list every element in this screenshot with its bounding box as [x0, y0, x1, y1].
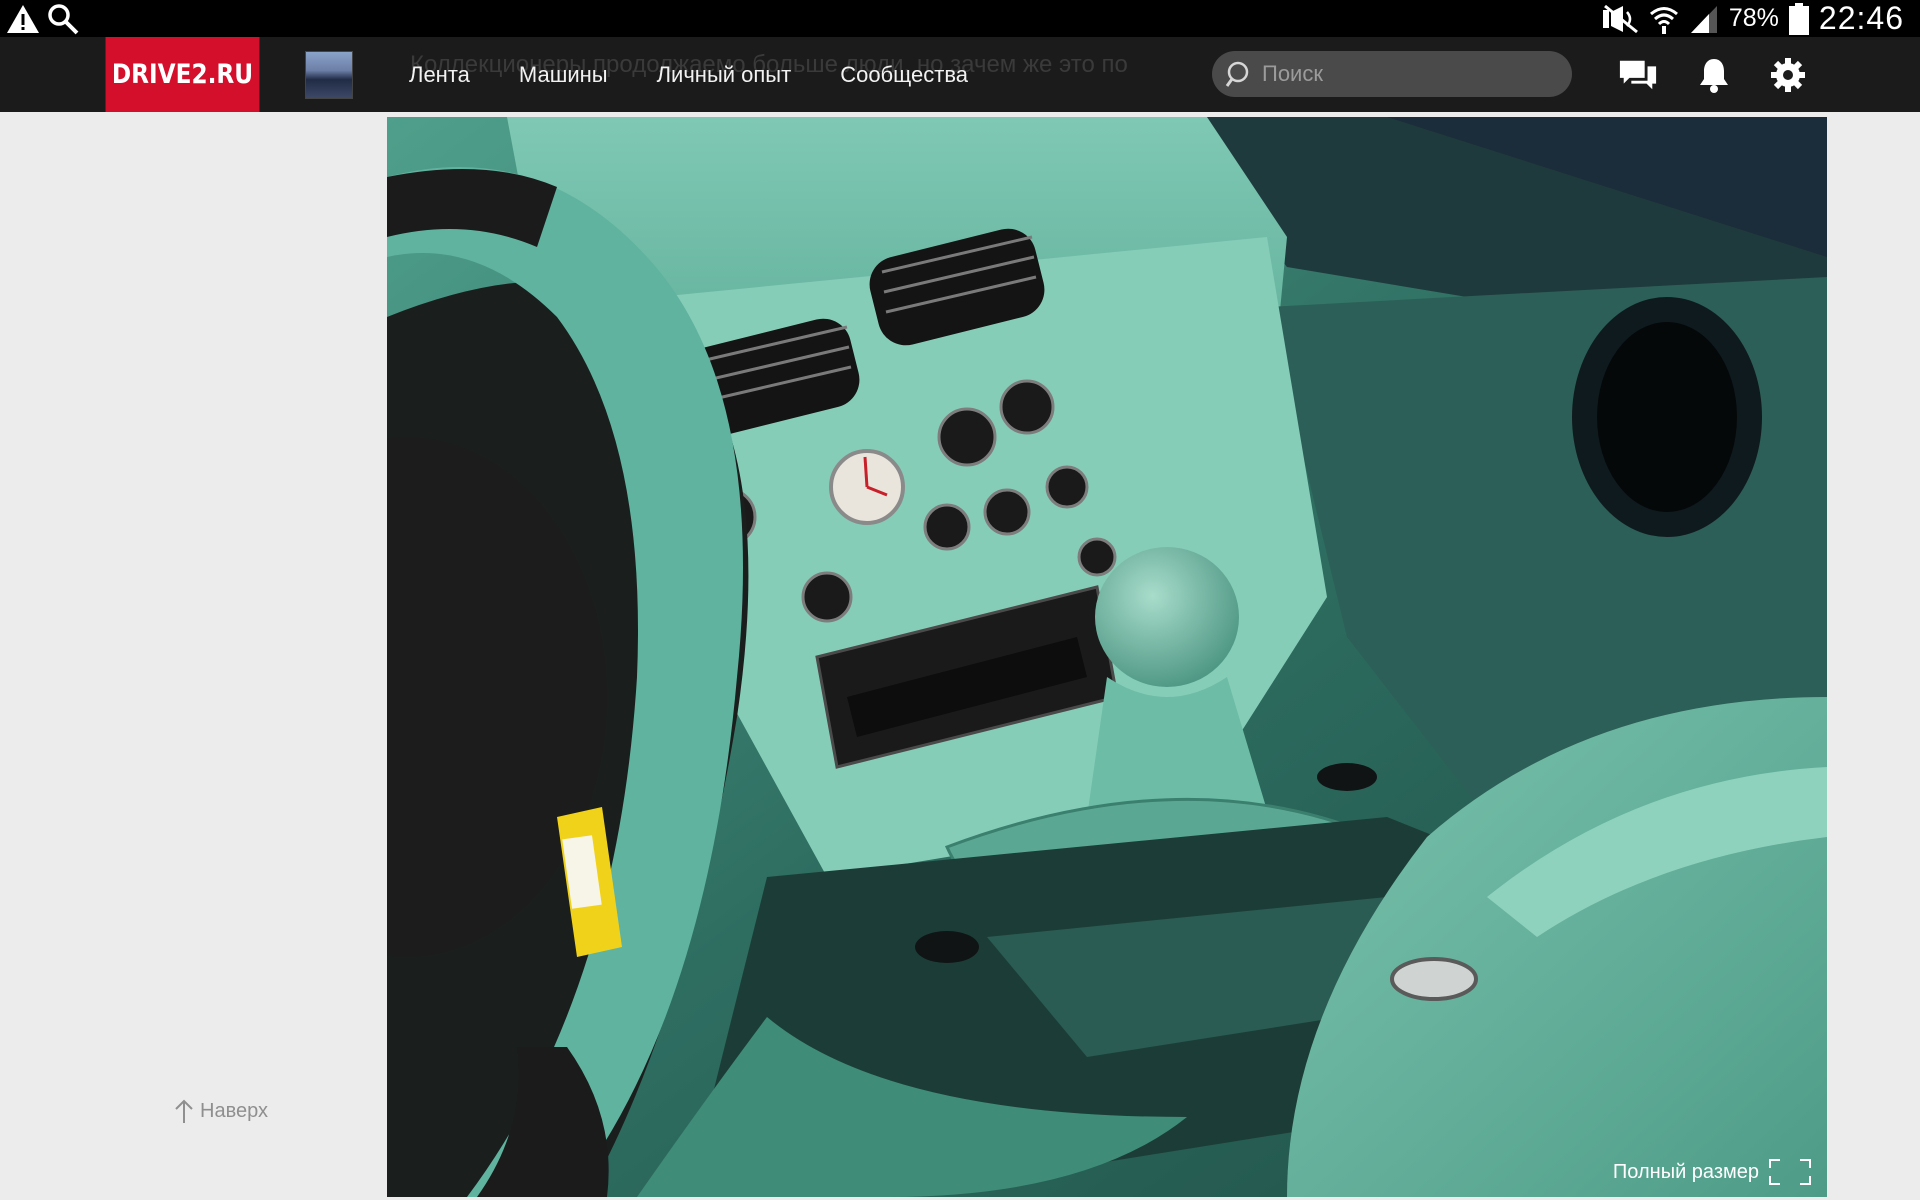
search-input[interactable] — [1260, 60, 1572, 88]
status-bar: 78% 22:46 — [0, 0, 1920, 37]
bell-icon[interactable] — [1694, 55, 1734, 95]
site-header: Коллекционеры продолжаемо больше люди, н… — [0, 37, 1920, 112]
fullsize-button[interactable]: Полный размер — [1613, 1159, 1811, 1185]
expand-icon — [1769, 1159, 1811, 1185]
search-icon — [48, 4, 79, 35]
logo[interactable]: DRIVE2.RU — [105, 37, 260, 112]
battery-icon — [1788, 2, 1809, 35]
post-photo[interactable]: Полный размер — [387, 117, 1827, 1197]
status-left-icons — [6, 2, 80, 36]
search-icon — [1225, 61, 1249, 87]
nav-item-cars[interactable]: Машины — [519, 62, 608, 88]
main-nav: Лента Машины Личный опыт Сообщества — [409, 37, 1017, 112]
wifi-icon — [1649, 6, 1678, 34]
battery-percent: 78% — [1728, 4, 1779, 32]
clock: 22:46 — [1818, 0, 1904, 36]
messages-icon[interactable] — [1618, 55, 1658, 95]
back-to-top-link[interactable]: Наверх — [174, 1098, 268, 1124]
nav-item-feed[interactable]: Лента — [409, 62, 470, 88]
user-car-avatar[interactable] — [305, 51, 353, 99]
car-interior-image — [387, 117, 1827, 1197]
search-box[interactable] — [1212, 51, 1572, 97]
status-right-icons: 78% 22:46 — [1601, 0, 1904, 37]
nav-item-communities[interactable]: Сообщества — [840, 62, 968, 88]
signal-icon — [1690, 5, 1717, 33]
arrow-up-icon — [175, 1099, 193, 1123]
mute-icon — [1602, 4, 1638, 33]
back-to-top-label: Наверх — [200, 1099, 268, 1122]
fullsize-label: Полный размер — [1612, 1160, 1759, 1183]
gear-icon[interactable] — [1768, 55, 1808, 95]
warning-icon — [7, 5, 39, 33]
nav-item-experience[interactable]: Личный опыт — [657, 62, 792, 88]
